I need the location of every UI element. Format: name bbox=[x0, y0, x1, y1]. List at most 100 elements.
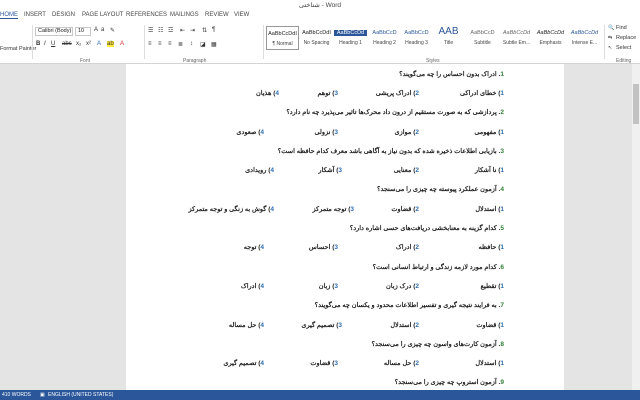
select-button[interactable]: Select bbox=[616, 45, 631, 51]
option-number: 1 bbox=[500, 360, 504, 367]
tab-references[interactable]: REFERENCES bbox=[126, 12, 167, 18]
option-number: 3 bbox=[334, 90, 338, 97]
tab-view[interactable]: VIEW bbox=[234, 12, 249, 18]
multilevel-list-icon[interactable]: ☲ bbox=[168, 27, 173, 34]
question-number: 4 bbox=[500, 186, 504, 193]
option: 3) تصمیم گیری bbox=[301, 322, 342, 329]
decrease-indent-icon[interactable]: ⇤ bbox=[180, 27, 185, 34]
option-number: 4 bbox=[260, 244, 264, 251]
option-number: 1 bbox=[500, 244, 504, 251]
highlight-icon[interactable]: ab bbox=[107, 41, 114, 47]
align-center-icon[interactable]: ≡ bbox=[158, 41, 162, 47]
superscript-icon[interactable]: x² bbox=[86, 41, 91, 47]
question-8: 8. آزمون کارت‌های واسون چه چیزی را می‌سن… bbox=[371, 341, 504, 348]
word-count[interactable]: 410 WORDS bbox=[2, 392, 31, 398]
question-1: 1. ادراک بدون احساس را چه می‌گویند؟ bbox=[399, 71, 504, 78]
option-text: هذیان bbox=[255, 90, 272, 97]
option-text: ادراک bbox=[395, 244, 412, 251]
font-color-icon[interactable]: A bbox=[120, 41, 124, 47]
option-text: ادراک پریشی bbox=[375, 90, 412, 97]
option-text: قضاوت bbox=[391, 206, 412, 213]
option-text: رویدادی bbox=[245, 167, 267, 174]
divider bbox=[32, 25, 33, 59]
option: 4) هذیان bbox=[255, 90, 279, 97]
style-no-spacing[interactable]: AaBbCcDdI No Spacing bbox=[300, 26, 333, 50]
tab-design[interactable]: DESIGN bbox=[52, 12, 75, 18]
subscript-icon[interactable]: x₂ bbox=[76, 41, 81, 47]
replace-button[interactable]: Replace bbox=[616, 35, 636, 41]
tab-page-layout[interactable]: PAGE LAYOUT bbox=[82, 12, 123, 18]
option-number: 1 bbox=[500, 283, 504, 290]
style-intense-emphasis[interactable]: AaBbCcDd Intense E... bbox=[568, 26, 601, 50]
option: 3) توهم bbox=[317, 90, 338, 97]
option-number: 2 bbox=[415, 360, 419, 367]
style-normal[interactable]: AaBbCcDdI ¶ Normal bbox=[266, 26, 299, 50]
question-9: 9. آزمون استروپ چه چیزی را می‌سنجد؟ bbox=[394, 379, 504, 386]
font-name-box[interactable]: Calibri (Body) bbox=[35, 27, 73, 36]
underline-icon[interactable]: U bbox=[51, 41, 55, 47]
proofing-icon[interactable]: ▣ bbox=[40, 392, 45, 398]
format-painter-button[interactable]: Format Painter bbox=[0, 46, 36, 52]
increase-indent-icon[interactable]: ⇥ bbox=[190, 27, 195, 34]
style-preview: AAB bbox=[438, 26, 459, 37]
question-text: آزمون عملکرد پیوسته چه چیزی را می‌سنجد؟ bbox=[377, 186, 497, 193]
question-4: 4. آزمون عملکرد پیوسته چه چیزی را می‌سنج… bbox=[377, 186, 504, 193]
question-number: 8 bbox=[500, 341, 504, 348]
tab-review[interactable]: REVIEW bbox=[205, 12, 229, 18]
option-text: توجه bbox=[243, 244, 257, 251]
option-number: 1 bbox=[500, 206, 504, 213]
vertical-scrollbar[interactable] bbox=[632, 64, 640, 390]
grow-font-icon[interactable]: A bbox=[94, 27, 98, 33]
option-text: موازی bbox=[394, 129, 412, 136]
option-number: 4 bbox=[260, 283, 264, 290]
find-button[interactable]: Find bbox=[616, 25, 627, 31]
show-marks-icon[interactable]: ¶ bbox=[212, 27, 215, 33]
language-indicator[interactable]: ENGLISH (UNITED STATES) bbox=[48, 392, 113, 398]
option: 3) قضاوت bbox=[310, 360, 338, 367]
style-preview: AaBbCcDdI bbox=[302, 30, 331, 36]
option-number: 1 bbox=[500, 90, 504, 97]
style-heading-2[interactable]: AaBbCcD Heading 2 bbox=[368, 26, 401, 50]
justify-icon[interactable]: ≣ bbox=[178, 41, 183, 48]
italic-icon[interactable]: I bbox=[44, 41, 46, 47]
font-size-box[interactable]: 10 bbox=[75, 27, 91, 36]
tab-home[interactable]: HOME bbox=[0, 12, 18, 19]
shrink-font-icon[interactable]: a bbox=[101, 27, 104, 33]
style-heading-3[interactable]: AaBbCcD Heading 3 bbox=[400, 26, 433, 50]
question-text: آزمون کارت‌های واسون چه چیزی را می‌سنجد؟ bbox=[371, 341, 497, 348]
sort-icon[interactable]: ⇅ bbox=[202, 27, 207, 34]
option: 3) زبان bbox=[318, 283, 338, 290]
shading-icon[interactable]: ◪ bbox=[200, 41, 206, 48]
style-name: Heading 3 bbox=[405, 40, 428, 46]
style-title[interactable]: AAB Title bbox=[432, 26, 465, 50]
tab-insert[interactable]: INSERT bbox=[24, 12, 46, 18]
style-subtle-emphasis[interactable]: AaBbCcDd Subtle Em... bbox=[500, 26, 533, 50]
option-number: 2 bbox=[415, 283, 419, 290]
option: 1) حافظه bbox=[478, 244, 504, 251]
text-effects-icon[interactable]: A bbox=[97, 41, 101, 47]
style-name: Heading 2 bbox=[373, 40, 396, 46]
style-subtitle[interactable]: AaBbCcD Subtitle bbox=[466, 26, 499, 50]
numbering-icon[interactable]: ☷ bbox=[158, 27, 163, 34]
bullets-icon[interactable]: ☰ bbox=[148, 27, 153, 34]
align-right-icon[interactable]: ≡ bbox=[168, 41, 172, 47]
borders-icon[interactable]: ▦ bbox=[211, 41, 217, 48]
option-text: تقطیع bbox=[480, 283, 497, 290]
option-number: 4 bbox=[260, 360, 264, 367]
style-emphasis[interactable]: AaBbCcDd Emphasis bbox=[534, 26, 567, 50]
align-left-icon[interactable]: ≡ bbox=[148, 41, 152, 47]
option-text: حل مساله bbox=[383, 360, 412, 367]
question-text: آزمون استروپ چه چیزی را می‌سنجد؟ bbox=[394, 379, 497, 386]
option: 3) توجه متمرکز bbox=[312, 206, 354, 213]
style-name: ¶ Normal bbox=[272, 41, 293, 47]
tab-mailings[interactable]: MAILINGS bbox=[170, 12, 199, 18]
style-heading-1[interactable]: AaBbCcDd Heading 1 bbox=[334, 26, 367, 50]
bold-icon[interactable]: B bbox=[36, 41, 40, 47]
clear-format-icon[interactable]: ✎ bbox=[110, 27, 115, 34]
scrollbar-thumb[interactable] bbox=[633, 84, 639, 124]
option-number: 1 bbox=[500, 322, 504, 329]
document-page[interactable]: 1. ادراک بدون احساس را چه می‌گویند؟ 1) خ… bbox=[126, 64, 564, 394]
option: 1) خطای ادراکی bbox=[460, 90, 504, 97]
line-spacing-icon[interactable]: ↕ bbox=[190, 41, 193, 47]
strikethrough-icon[interactable]: abc bbox=[62, 41, 72, 47]
